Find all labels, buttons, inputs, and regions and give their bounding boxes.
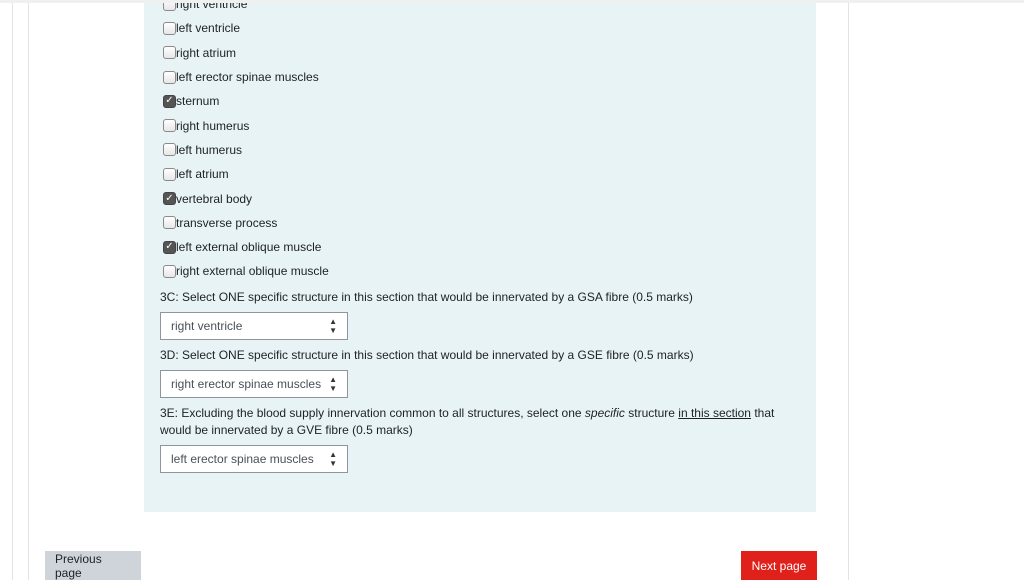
checkbox-list: right ventricle left ventricle right atriu…: [163, 0, 329, 284]
divider: [848, 0, 849, 580]
option-label: left humerus: [176, 142, 243, 157]
top-bar: [0, 0, 1024, 3]
updown-arrow-icon: ▲ ▼: [329, 317, 337, 335]
checkbox-option[interactable]: ✓ vertebral body: [163, 186, 329, 210]
question-3e: 3E: Excluding the blood supply innervati…: [160, 405, 800, 439]
checkbox-option[interactable]: ✓ sternum: [163, 89, 329, 113]
checkbox-option[interactable]: left atrium: [163, 162, 329, 186]
select-3d[interactable]: right erector spinae muscles ▲ ▼: [160, 370, 348, 398]
checkbox[interactable]: [163, 21, 176, 35]
checkbox-option[interactable]: left erector spinae muscles: [163, 65, 329, 89]
checkbox-option[interactable]: right atrium: [163, 41, 329, 65]
option-label: left external oblique muscle: [176, 240, 322, 255]
checkbox-option[interactable]: right humerus: [163, 113, 329, 137]
checkbox-option[interactable]: right external oblique muscle: [163, 259, 329, 283]
checkbox-checked[interactable]: ✓: [163, 94, 176, 108]
underlined-text: in this section: [678, 406, 751, 420]
text: 3E: Excluding the blood supply innervati…: [160, 406, 585, 420]
option-label: right external oblique muscle: [176, 264, 329, 279]
checkbox[interactable]: [163, 216, 176, 230]
option-label: left atrium: [176, 167, 229, 182]
select-3c[interactable]: right ventricle ▲ ▼: [160, 312, 348, 340]
checkbox-checked[interactable]: ✓: [163, 240, 176, 254]
checkbox[interactable]: [163, 264, 176, 278]
next-page-button[interactable]: Next page: [741, 551, 817, 580]
select-3e[interactable]: left erector spinae muscles ▲ ▼: [160, 445, 348, 473]
select-value: right ventricle: [171, 319, 243, 333]
divider: [28, 0, 29, 580]
option-label: right humerus: [176, 118, 250, 133]
question-3d: 3D: Select ONE specific structure in thi…: [160, 348, 694, 362]
checkbox[interactable]: [163, 119, 176, 133]
checkbox[interactable]: [163, 143, 176, 157]
text: structure: [624, 406, 679, 420]
option-label: transverse process: [176, 215, 278, 230]
divider: [12, 0, 13, 580]
checkbox[interactable]: [163, 167, 176, 181]
checkbox-option[interactable]: left ventricle: [163, 16, 329, 40]
checkbox[interactable]: [163, 46, 176, 60]
checkbox-checked[interactable]: ✓: [163, 192, 176, 206]
previous-page-button[interactable]: Previous page: [45, 551, 141, 580]
emphasis: specific: [584, 406, 625, 420]
checkbox-option[interactable]: transverse process: [163, 211, 329, 235]
option-label: left erector spinae muscles: [176, 70, 319, 85]
select-value: left erector spinae muscles: [171, 452, 314, 466]
updown-arrow-icon: ▲ ▼: [329, 375, 337, 393]
option-label: sternum: [176, 94, 220, 109]
question-3c: 3C: Select ONE specific structure in thi…: [160, 290, 693, 304]
option-label: right atrium: [176, 45, 237, 60]
option-label: vertebral body: [176, 191, 253, 206]
option-label: left ventricle: [176, 21, 241, 36]
updown-arrow-icon: ▲ ▼: [329, 450, 337, 468]
checkbox-option[interactable]: ✓ left external oblique muscle: [163, 235, 329, 259]
select-value: right erector spinae muscles: [171, 377, 322, 391]
checkbox-option[interactable]: left humerus: [163, 138, 329, 162]
checkbox[interactable]: [163, 70, 176, 84]
